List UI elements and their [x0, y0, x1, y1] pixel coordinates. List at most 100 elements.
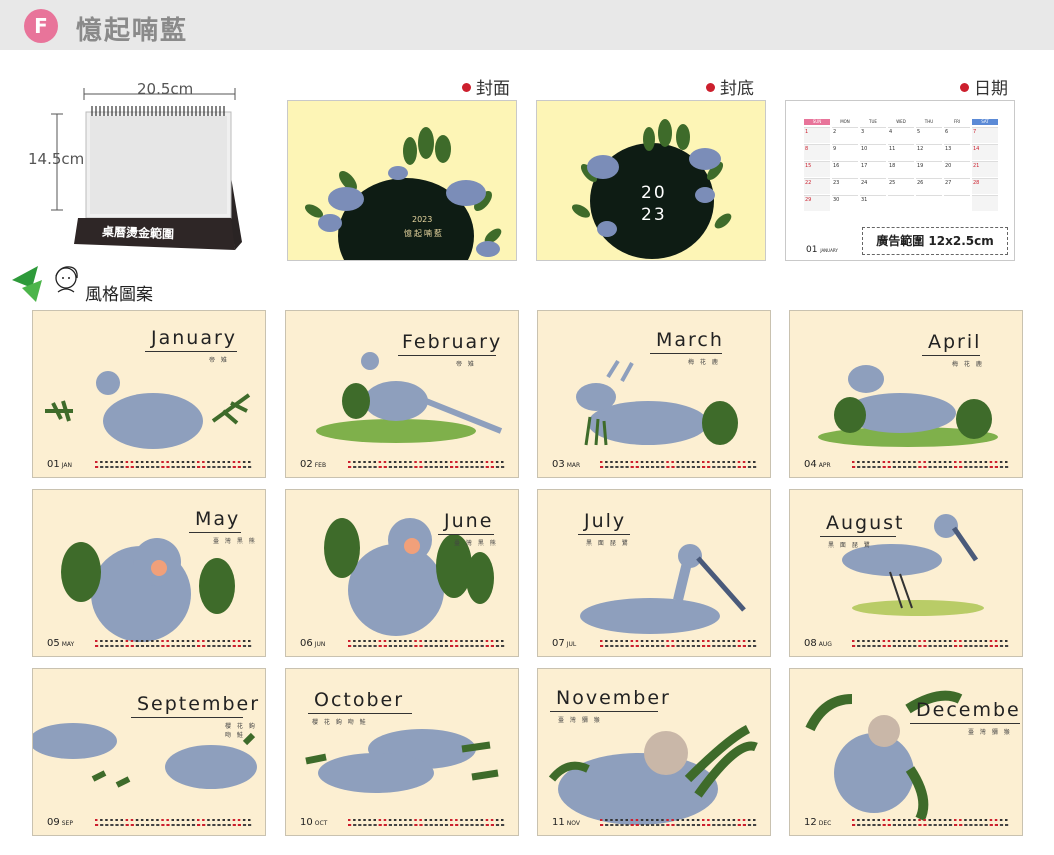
day-strip-graphic: [600, 819, 757, 826]
month-card-apr: April 梅 花 鹿 04 APR: [789, 310, 1023, 478]
month-title: August: [826, 512, 905, 534]
macaque-face: [644, 731, 688, 775]
month-title: February: [402, 331, 503, 353]
animal-illustration: [576, 359, 738, 446]
date-cell: 18: [888, 161, 914, 177]
tree-left: [324, 518, 360, 578]
animal-subtitle: 臺 灣 獼 猴: [968, 729, 1012, 736]
month-title: April: [928, 331, 982, 353]
bear-cheek: [151, 560, 167, 576]
month-card-mar: March 梅 花 鹿 03 MAR: [537, 310, 771, 478]
month-card-dec: December 臺 灣 獼 猴 12 DEC: [789, 668, 1023, 836]
back-illustration: [571, 119, 732, 259]
bullet-dot: [706, 83, 715, 92]
day-strip: [346, 458, 506, 469]
page-header: F 憶起喃藍: [0, 0, 1054, 50]
width-label: 20.5cm: [137, 80, 194, 98]
day-strip-graphic: [95, 819, 252, 826]
day-strip-graphic: [852, 461, 1009, 468]
bush-right: [702, 401, 738, 445]
date-footer: 01 JANUARY: [806, 245, 838, 255]
weekday-header: SAT: [972, 119, 998, 125]
month-title: December: [916, 699, 1023, 721]
date-cell: 11: [888, 144, 914, 160]
animal-illustration: [842, 514, 984, 616]
day-strip: [598, 637, 758, 648]
day-strip-graphic: [348, 461, 505, 468]
month-number: 04 APR: [804, 459, 831, 470]
spoonbill-beak: [951, 526, 979, 562]
date-cell: 27: [944, 178, 970, 194]
date-cell: 15: [804, 161, 830, 177]
cover-illustration: [304, 127, 502, 260]
month-number: 01 JAN: [47, 459, 72, 470]
date-cell: [916, 195, 942, 211]
section-title: 風格圖案: [85, 285, 153, 305]
day-strip: [850, 637, 1010, 648]
bush-left: [834, 397, 866, 433]
deer-head: [576, 383, 616, 411]
date-cell: [944, 195, 970, 211]
animal-illustration: [805, 690, 963, 822]
salmon-front: [318, 753, 434, 793]
month-title: September: [137, 693, 261, 715]
month-title: October: [314, 689, 405, 711]
day-strip: [93, 458, 253, 469]
date-cell: 12: [916, 144, 942, 160]
animal-subtitle: 帝 雉: [456, 361, 476, 368]
month-card-jul: July 黑 面 琵 鷺 07 JUL: [537, 489, 771, 657]
product-illustration: 20.5cm 14.5cm 桌曆燙金範圍: [20, 72, 270, 262]
salmon-top: [33, 723, 117, 759]
back-year-top: 20: [641, 183, 667, 203]
date-cell: 22: [804, 178, 830, 194]
month-number: 02 FEB: [300, 459, 327, 470]
month-card-jun: June 臺 灣 黑 熊 06 JUN: [285, 489, 519, 657]
month-underline: [650, 353, 722, 354]
shrub: [342, 383, 370, 419]
date-cell: 13: [944, 144, 970, 160]
ad-area-box: 廣告範圍 12x2.5cm: [862, 227, 1008, 255]
date-cell: 7: [972, 127, 998, 143]
date-label: 日期: [960, 74, 1008, 99]
leaf-girl-icon: [12, 266, 78, 302]
date-cell: 3: [860, 127, 886, 143]
month-number: 03 MAR: [552, 459, 581, 470]
day-strip-graphic: [95, 640, 252, 647]
leaf-left: [45, 400, 73, 422]
date-cell: 25: [888, 178, 914, 194]
month-underline: [308, 713, 412, 714]
month-underline: [910, 723, 1020, 724]
month-underline: [131, 717, 243, 718]
month-number: 12 DEC: [804, 817, 832, 828]
month-card-feb: February 帝 雉 02 FEB: [285, 310, 519, 478]
section-badge: F: [24, 9, 58, 43]
date-cell: 10: [860, 144, 886, 160]
month-number: 07 JUL: [552, 638, 577, 649]
height-label: 14.5cm: [28, 150, 85, 168]
date-cell: [972, 195, 998, 211]
animal-subtitle: 櫻 花 鉤 吻 鮭: [312, 719, 368, 726]
date-cell: 2: [832, 127, 858, 143]
date-cell: 5: [916, 127, 942, 143]
month-underline: [820, 536, 896, 537]
cover-title: 憶起喃藍: [404, 229, 444, 238]
deer-ears: [606, 359, 634, 382]
month-title: July: [584, 510, 627, 532]
spoonbill-head: [934, 514, 958, 538]
date-cell: 29: [804, 195, 830, 211]
back-year-bottom: 23: [641, 205, 667, 225]
cover-label: 封面: [462, 74, 510, 99]
cover-year: 2023: [412, 215, 433, 224]
date-cell: 19: [916, 161, 942, 177]
month-title: January: [151, 327, 238, 349]
grass-patch: [316, 419, 476, 443]
bear-cheek: [404, 538, 420, 554]
tree-far-right: [466, 552, 494, 604]
bush-right: [956, 399, 992, 439]
month-card-jan: January 帝 雉 01 JAN: [32, 310, 266, 478]
month-title: May: [195, 508, 241, 530]
date-cell: 20: [944, 161, 970, 177]
weekday-header: FRI: [953, 119, 961, 124]
date-cell: 16: [832, 161, 858, 177]
tree-right: [199, 558, 235, 614]
